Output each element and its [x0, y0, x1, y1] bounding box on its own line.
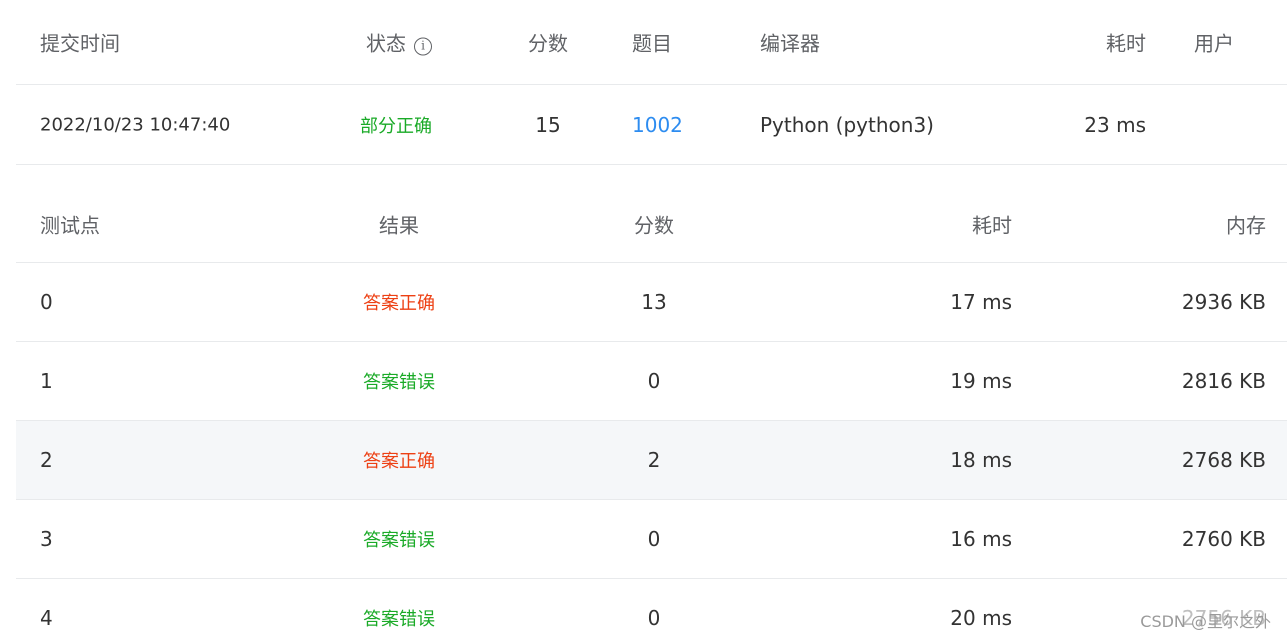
- test-elapsed: 20 ms: [950, 606, 1012, 630]
- header-test-elapsed: 耗时: [972, 213, 1012, 237]
- test-score: 0: [647, 527, 661, 551]
- test-point-id: 3: [40, 527, 53, 551]
- test-points-table: 测试点 结果 分数 耗时 内存 0 答案正确 13 17 ms 2936 KB …: [16, 185, 1287, 640]
- header-test-score: 分数: [634, 213, 674, 237]
- header-submit-time: 提交时间: [40, 31, 120, 56]
- test-memory: 2768 KB: [1181, 448, 1266, 472]
- header-status-label: 状态: [366, 31, 406, 56]
- test-point-id: 1: [40, 369, 53, 393]
- header-elapsed: 耗时: [1106, 31, 1146, 56]
- header-problem: 题目: [632, 31, 672, 56]
- submission-time: 2022/10/23 10:47:40: [40, 114, 231, 135]
- submission-detail-page: 提交时间 状态 i 分数 题目 编译器 耗时 用户 2022/10/23 10:4…: [0, 0, 1287, 640]
- test-point-id: 4: [40, 606, 53, 630]
- test-point-id: 0: [40, 290, 53, 314]
- test-row: 3 答案错误 0 16 ms 2760 KB: [16, 500, 1287, 579]
- test-score: 13: [641, 290, 667, 314]
- test-result: 答案正确: [363, 451, 435, 472]
- header-memory: 内存: [1226, 213, 1266, 237]
- csdn-watermark: CSDN @里尔之外: [1140, 612, 1271, 631]
- header-user: 用户: [1194, 31, 1234, 56]
- header-test-point: 测试点: [40, 213, 100, 237]
- test-result: 答案错误: [363, 609, 435, 630]
- test-memory: 2936 KB: [1181, 290, 1266, 314]
- test-score: 2: [647, 448, 661, 472]
- submission-elapsed: 23 ms: [1084, 112, 1146, 137]
- test-elapsed: 18 ms: [950, 448, 1012, 472]
- test-result: 答案错误: [363, 372, 435, 393]
- submission-row: 2022/10/23 10:47:40 部分正确 15 1002 Python …: [16, 85, 1287, 165]
- test-result: 答案错误: [363, 530, 435, 551]
- test-table-header: 测试点 结果 分数 耗时 内存: [16, 185, 1287, 263]
- test-memory: 2816 KB: [1181, 369, 1266, 393]
- test-score: 0: [647, 369, 661, 393]
- test-row: 1 答案错误 0 19 ms 2816 KB: [16, 342, 1287, 421]
- header-compiler: 编译器: [760, 31, 820, 56]
- test-elapsed: 17 ms: [950, 290, 1012, 314]
- test-elapsed: 19 ms: [950, 369, 1012, 393]
- problem-link[interactable]: 1002: [632, 113, 683, 137]
- header-result: 结果: [379, 213, 419, 237]
- submission-status[interactable]: 部分正确: [360, 112, 432, 138]
- test-score: 0: [647, 606, 661, 630]
- test-point-id: 2: [40, 448, 53, 472]
- test-row: 4 答案错误 0 20 ms 2756 KB: [16, 579, 1287, 640]
- test-row-highlighted: 2 答案正确 2 18 ms 2768 KB: [16, 421, 1287, 500]
- submission-table-header: 提交时间 状态 i 分数 题目 编译器 耗时 用户: [16, 0, 1287, 85]
- header-status: 状态 i: [366, 28, 432, 57]
- submission-score: 15: [535, 112, 561, 137]
- submission-compiler: Python (python3): [760, 112, 934, 137]
- test-elapsed: 16 ms: [950, 527, 1012, 551]
- test-memory: 2760 KB: [1181, 527, 1266, 551]
- test-result: 答案正确: [363, 293, 435, 314]
- header-score: 分数: [528, 31, 568, 56]
- test-row: 0 答案正确 13 17 ms 2936 KB: [16, 263, 1287, 342]
- submission-table: 提交时间 状态 i 分数 题目 编译器 耗时 用户 2022/10/23 10:4…: [16, 0, 1287, 165]
- info-circle-icon[interactable]: i: [414, 37, 432, 56]
